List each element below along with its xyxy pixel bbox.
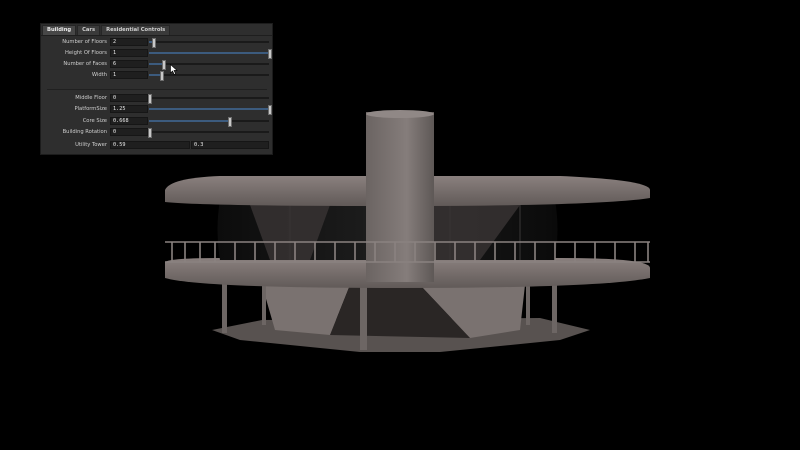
section-divider xyxy=(47,89,267,90)
middle-floor-slider[interactable] xyxy=(148,94,269,104)
param-label: Number of Faces xyxy=(63,61,107,67)
core-size-field[interactable]: 0.668 xyxy=(110,117,148,125)
param-row-middle-floor: Middle Floor 0 xyxy=(41,93,272,104)
slider-handle[interactable] xyxy=(268,49,272,59)
param-row-building-rotation: Building Rotation 0 xyxy=(41,127,272,138)
height-of-floors-field[interactable]: 1 xyxy=(110,49,148,57)
param-label: Utility Tower xyxy=(75,142,107,148)
utility-tower-field-2[interactable]: 0.3 xyxy=(191,141,269,149)
slider-handle[interactable] xyxy=(160,71,164,81)
param-label: Core Size xyxy=(82,118,107,124)
slider-handle[interactable] xyxy=(148,94,152,104)
param-row-core-size: Core Size 0.668 xyxy=(41,116,272,127)
number-of-faces-field[interactable]: 6 xyxy=(110,60,148,68)
slider-handle[interactable] xyxy=(268,105,272,115)
param-label: Middle Floor xyxy=(75,95,107,101)
number-of-faces-slider[interactable] xyxy=(149,60,269,70)
param-label: PlatformSize xyxy=(74,106,107,112)
slider-handle[interactable] xyxy=(228,117,233,127)
platform-size-slider[interactable] xyxy=(149,105,272,115)
core-size-slider[interactable] xyxy=(149,117,269,127)
param-label: Number of Floors xyxy=(62,39,107,45)
mouse-cursor-icon xyxy=(170,64,178,75)
tab-underline xyxy=(41,35,272,36)
width-slider[interactable] xyxy=(149,71,269,81)
building-rotation-slider[interactable] xyxy=(148,128,269,138)
param-row-utility-tower: Utility Tower 0.59 0.3 xyxy=(41,140,272,150)
slider-handle[interactable] xyxy=(148,128,152,138)
middle-floor-field[interactable]: 0 xyxy=(110,94,148,102)
number-of-floors-field[interactable]: 2 xyxy=(110,38,148,46)
building-rotation-field[interactable]: 0 xyxy=(110,128,148,136)
param-label: Building Rotation xyxy=(62,129,107,135)
param-label: Width xyxy=(91,72,107,78)
platform-size-field[interactable]: 1.25 xyxy=(110,105,148,113)
slider-handle[interactable] xyxy=(151,38,156,48)
width-field[interactable]: 1 xyxy=(110,71,148,79)
param-row-width: Width 1 xyxy=(41,70,272,81)
parameter-panel: Building Cars Residential Controls Numbe… xyxy=(40,23,273,155)
param-label: Height Of Floors xyxy=(65,50,107,56)
param-row-height-of-floors: Height Of Floors 1 xyxy=(41,48,272,59)
height-of-floors-slider[interactable] xyxy=(149,49,272,59)
slider-handle[interactable] xyxy=(162,60,167,70)
number-of-floors-slider[interactable] xyxy=(149,38,269,48)
utility-tower-field-1[interactable]: 0.59 xyxy=(110,141,190,149)
param-row-platform-size: PlatformSize 1.25 xyxy=(41,104,272,115)
param-row-number-of-floors: Number of Floors 2 xyxy=(41,37,272,48)
param-row-number-of-faces: Number of Faces 6 xyxy=(41,59,272,70)
